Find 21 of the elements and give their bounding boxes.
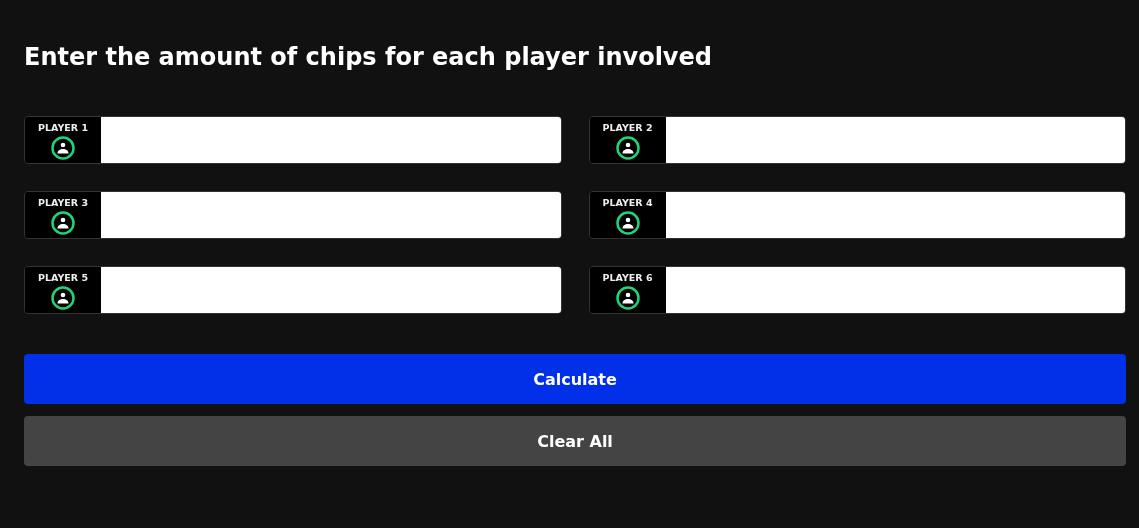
chips-input-field[interactable] [665,267,1125,313]
user-icon [51,211,75,235]
page-heading: Enter the amount of chips for each player involved [24,42,713,73]
user-icon [51,136,75,160]
player-label: PLAYER 2 [602,122,653,133]
clear-button[interactable]: Clear All [24,416,1126,466]
chips-input-field[interactable] [101,117,561,163]
chips-input-field[interactable] [101,192,561,238]
user-icon [51,286,75,310]
calculate-button[interactable]: Calculate [24,354,1126,404]
player-label: PLAYER 5 [37,272,89,283]
player-label: PLAYER 1 [37,122,89,133]
user-icon [615,211,640,235]
user-icon [615,136,640,160]
chips-input-field[interactable] [665,117,1125,163]
player-label: PLAYER 4 [602,197,653,208]
player-label: PLAYER 6 [602,272,653,283]
user-icon [615,286,640,310]
player-label: PLAYER 3 [37,197,89,208]
chips-input-field[interactable] [101,267,561,313]
chips-input-field[interactable] [665,192,1125,238]
